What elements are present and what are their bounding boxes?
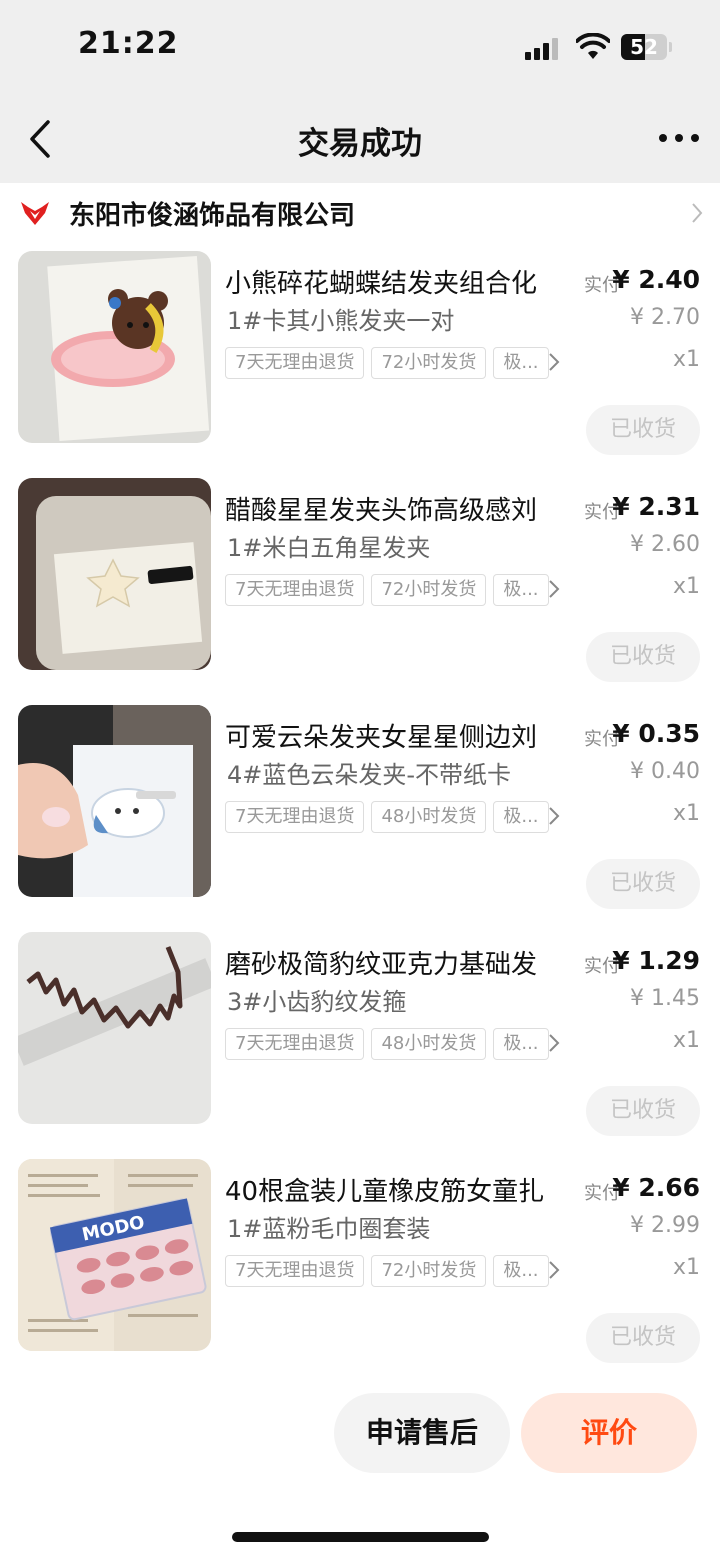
service-tag: 72小时发货 bbox=[371, 347, 487, 379]
product-name: 小熊碎花蝴蝶结发夹组合化 bbox=[225, 269, 538, 299]
top-bar: 21:22 52 交易成功 bbox=[0, 0, 720, 183]
service-tag: 72小时发货 bbox=[371, 574, 487, 606]
service-tags: 7天无理由退货 48小时发货 极... bbox=[225, 1028, 562, 1064]
paid-price: ¥ 0.35 bbox=[612, 719, 700, 748]
service-tag: 7天无理由退货 bbox=[225, 1028, 365, 1060]
original-price: ¥ 2.60 bbox=[630, 532, 700, 557]
chevron-right-icon[interactable] bbox=[548, 1032, 560, 1054]
received-button[interactable]: 已收货 bbox=[586, 859, 700, 909]
product-sku: 1#蓝粉毛巾圈套装 bbox=[227, 1215, 431, 1243]
original-price: ¥ 0.40 bbox=[630, 759, 700, 784]
service-tag: 极... bbox=[493, 1028, 549, 1060]
page-title: 交易成功 bbox=[298, 126, 422, 162]
order-item[interactable]: 磨砂极简豹纹亚克力基础发 3#小齿豹纹发箍 7天无理由退货 48小时发货 极... … bbox=[0, 932, 720, 1136]
product-thumbnail[interactable] bbox=[18, 251, 211, 443]
service-tag: 72小时发货 bbox=[371, 1255, 487, 1287]
quantity: x1 bbox=[672, 574, 700, 599]
service-tags: 7天无理由退货 72小时发货 极... bbox=[225, 574, 562, 610]
received-button[interactable]: 已收货 bbox=[586, 632, 700, 682]
service-tag: 极... bbox=[493, 347, 549, 379]
chevron-right-icon[interactable] bbox=[548, 351, 560, 373]
service-tag: 7天无理由退货 bbox=[225, 1255, 365, 1287]
service-tag: 7天无理由退货 bbox=[225, 574, 365, 606]
quantity: x1 bbox=[672, 1255, 700, 1280]
battery-tip bbox=[669, 42, 672, 52]
original-price: ¥ 1.45 bbox=[630, 986, 700, 1011]
service-tag: 极... bbox=[493, 1255, 549, 1287]
order-item[interactable]: 醋酸星星发夹头饰高级感刘 1#米白五角星发夹 7天无理由退货 72小时发货 极...… bbox=[0, 478, 720, 682]
service-tag: 48小时发货 bbox=[371, 1028, 487, 1060]
review-button[interactable]: 评价 bbox=[521, 1393, 697, 1473]
received-button[interactable]: 已收货 bbox=[586, 405, 700, 455]
after-sale-button[interactable]: 申请售后 bbox=[334, 1393, 510, 1473]
product-name: 40根盒装儿童橡皮筋女童扎 bbox=[225, 1177, 545, 1207]
service-tag: 7天无理由退货 bbox=[225, 801, 365, 833]
shop-name: 东阳市俊涵饰品有限公司 bbox=[69, 201, 356, 231]
cellular-signal-icon bbox=[525, 36, 563, 60]
order-item[interactable]: 可爱云朵发夹女星星侧边刘 4#蓝色云朵发夹-不带纸卡 7天无理由退货 48小时发货… bbox=[0, 705, 720, 909]
service-tags: 7天无理由退货 48小时发货 极... bbox=[225, 801, 562, 837]
service-tags: 7天无理由退货 72小时发货 极... bbox=[225, 1255, 562, 1291]
original-price: ¥ 2.70 bbox=[630, 305, 700, 330]
service-tag: 极... bbox=[493, 574, 549, 606]
paid-price: ¥ 2.66 bbox=[612, 1173, 700, 1202]
shop-row[interactable]: 东阳市俊涵饰品有限公司 bbox=[0, 183, 720, 241]
product-thumbnail[interactable] bbox=[18, 932, 211, 1124]
product-thumbnail[interactable] bbox=[18, 705, 211, 897]
paid-price: ¥ 2.40 bbox=[612, 265, 700, 294]
product-sku: 3#小齿豹纹发箍 bbox=[227, 988, 407, 1016]
product-name: 磨砂极简豹纹亚克力基础发 bbox=[225, 950, 538, 980]
received-button[interactable]: 已收货 bbox=[586, 1313, 700, 1363]
paid-price: ¥ 1.29 bbox=[612, 946, 700, 975]
order-item[interactable]: MODO 40根盒装儿童橡皮筋女童扎 1#蓝粉毛巾圈套装 7天无理由退货 72小时… bbox=[0, 1159, 720, 1363]
paid-price: ¥ 2.31 bbox=[612, 492, 700, 521]
received-button[interactable]: 已收货 bbox=[586, 1086, 700, 1136]
chevron-right-icon bbox=[692, 203, 703, 223]
product-thumbnail[interactable]: MODO bbox=[18, 1159, 211, 1351]
status-time: 21:22 bbox=[78, 26, 179, 61]
product-sku: 1#米白五角星发夹 bbox=[227, 534, 431, 562]
original-price: ¥ 2.99 bbox=[630, 1213, 700, 1238]
chevron-right-icon[interactable] bbox=[548, 578, 560, 600]
quantity: x1 bbox=[672, 801, 700, 826]
quantity: x1 bbox=[672, 1028, 700, 1053]
chevron-right-icon[interactable] bbox=[548, 805, 560, 827]
product-sku: 1#卡其小熊发夹一对 bbox=[227, 307, 455, 335]
battery-percent: 52 bbox=[630, 35, 658, 59]
more-dots-icon[interactable] bbox=[655, 128, 701, 148]
service-tag: 48小时发货 bbox=[371, 801, 487, 833]
service-tag: 7天无理由退货 bbox=[225, 347, 365, 379]
service-tag: 极... bbox=[493, 801, 549, 833]
battery-icon: 52 bbox=[621, 34, 667, 60]
product-sku: 4#蓝色云朵发夹-不带纸卡 bbox=[227, 761, 512, 789]
service-tags: 7天无理由退货 72小时发货 极... bbox=[225, 347, 562, 383]
order-item[interactable]: 小熊碎花蝴蝶结发夹组合化 1#卡其小熊发夹一对 7天无理由退货 72小时发货 极..… bbox=[0, 251, 720, 455]
wifi-icon bbox=[576, 33, 610, 59]
product-thumbnail[interactable] bbox=[18, 478, 211, 670]
home-indicator[interactable] bbox=[232, 1532, 489, 1542]
shop-logo-icon bbox=[21, 202, 49, 225]
chevron-right-icon[interactable] bbox=[548, 1259, 560, 1281]
product-name: 可爱云朵发夹女星星侧边刘 bbox=[225, 723, 538, 753]
product-name: 醋酸星星发夹头饰高级感刘 bbox=[225, 496, 538, 526]
quantity: x1 bbox=[672, 347, 700, 372]
